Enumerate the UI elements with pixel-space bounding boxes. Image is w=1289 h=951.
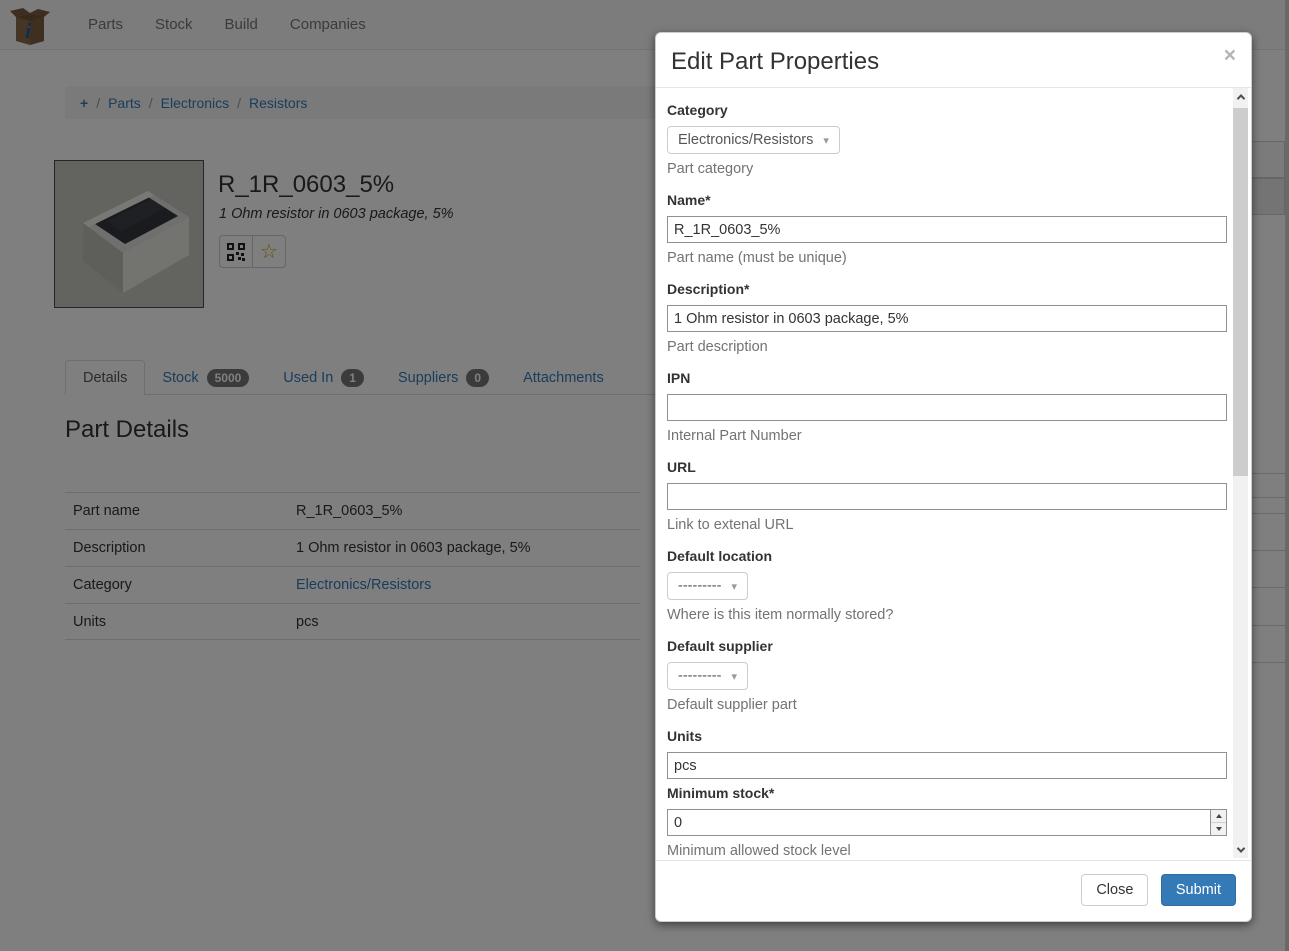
default-location-select[interactable]: --------- ▾ [667,572,748,600]
field-help: Default supplier part [667,697,1214,713]
field-help: Part name (must be unique) [667,250,1214,266]
stepper-down-icon [1216,827,1222,831]
scrollbar-thumb[interactable] [1233,108,1248,476]
field-default-location: Default location --------- ▾ Where is th… [667,548,1214,623]
field-help: Minimum allowed stock level [667,843,1214,858]
field-minimum-stock: Minimum stock* Minimum allowed stock lev… [667,785,1214,858]
chevron-down-icon: ▾ [731,670,737,683]
stepper-down-button[interactable] [1211,823,1226,835]
field-units: Units [667,728,1214,785]
field-url: URL Link to extenal URL [667,459,1214,533]
chevron-down-icon: ▾ [823,134,829,147]
url-input[interactable] [667,483,1227,510]
field-help: Link to extenal URL [667,517,1214,533]
field-label: Default location [667,548,1214,564]
field-label: Minimum stock* [667,785,1214,801]
field-help: Part description [667,339,1214,355]
field-label: Units [667,728,1214,744]
modal-scrollbar[interactable] [1233,88,1248,858]
field-label: URL [667,459,1214,475]
modal-title: Edit Part Properties [671,48,1236,76]
scrollbar-down-button[interactable] [1233,841,1248,858]
field-label: Default supplier [667,638,1214,654]
edit-part-modal: Edit Part Properties × Category Electron… [655,32,1252,922]
scrollbar-up-button[interactable] [1233,88,1248,105]
field-label: Name* [667,192,1214,208]
field-label: IPN [667,370,1214,386]
chevron-up-icon [1236,94,1244,102]
close-icon[interactable]: × [1224,45,1236,66]
field-default-supplier: Default supplier --------- ▾ Default sup… [667,638,1214,713]
ipn-input[interactable] [667,394,1227,421]
field-ipn: IPN Internal Part Number [667,370,1214,444]
modal-body: Category Electronics/Resistors ▾ Part ca… [656,88,1251,858]
stepper-up-button[interactable] [1211,810,1226,823]
field-help: Part category [667,161,1214,177]
field-name: Name* Part name (must be unique) [667,192,1214,266]
number-stepper [1210,810,1226,835]
field-label: Category [667,102,1214,118]
description-input[interactable] [667,305,1227,332]
select-value: Electronics/Resistors [678,132,813,148]
select-value: --------- [678,668,721,684]
field-help: Where is this item normally stored? [667,607,1214,623]
category-select[interactable]: Electronics/Resistors ▾ [667,126,840,154]
minimum-stock-input[interactable] [667,809,1227,836]
modal-header: Edit Part Properties × [656,33,1251,88]
chevron-down-icon [1236,844,1244,852]
field-description: Description* Part description [667,281,1214,355]
field-help: Internal Part Number [667,428,1214,444]
default-supplier-select[interactable]: --------- ▾ [667,662,748,690]
select-value: --------- [678,578,721,594]
close-button[interactable]: Close [1081,874,1148,906]
field-label: Description* [667,281,1214,297]
submit-button[interactable]: Submit [1161,874,1236,906]
stepper-up-icon [1216,814,1222,818]
units-input[interactable] [667,752,1227,779]
field-category: Category Electronics/Resistors ▾ Part ca… [667,102,1214,177]
name-input[interactable] [667,216,1227,243]
chevron-down-icon: ▾ [731,580,737,593]
modal-footer: Close Submit [656,860,1251,921]
